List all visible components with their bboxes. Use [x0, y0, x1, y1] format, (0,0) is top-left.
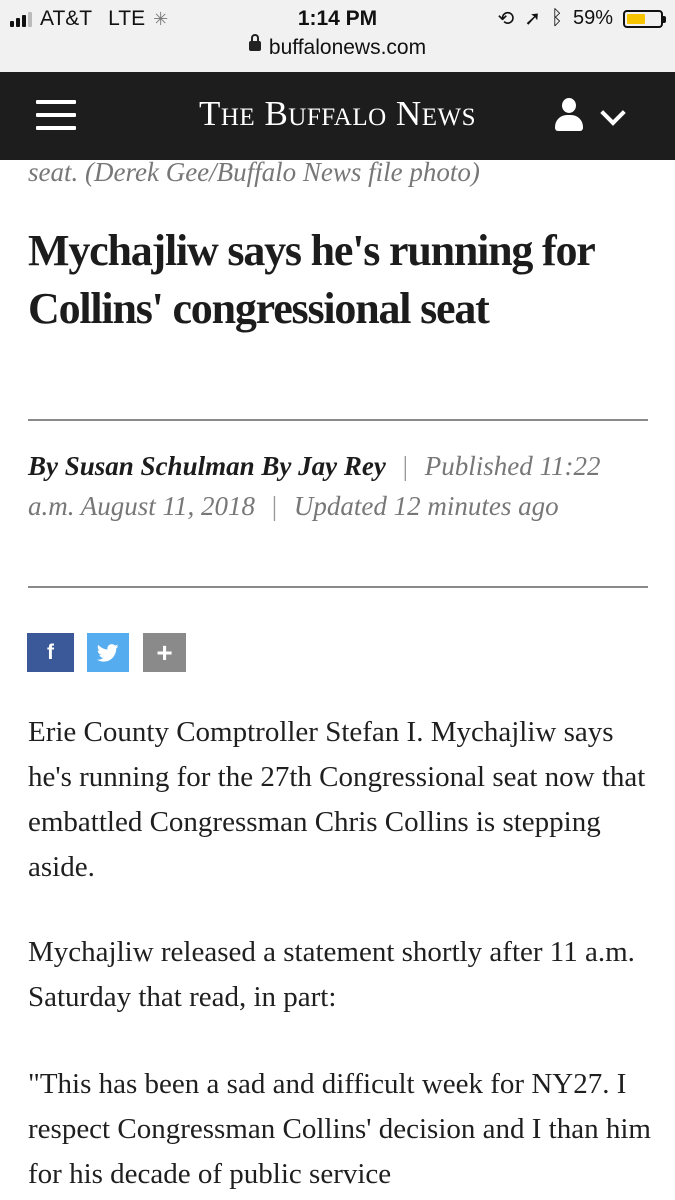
- facebook-share-button[interactable]: f: [27, 633, 74, 672]
- author-link[interactable]: By Susan Schulman: [28, 451, 255, 481]
- ios-status-bar: AT&T LTE ✳ 1:14 PM ⟲ ➚ ᛒ 59% buffalonews…: [0, 0, 675, 72]
- site-header: The Buffalo News: [0, 72, 675, 160]
- twitter-share-button[interactable]: [87, 633, 129, 672]
- url-bar[interactable]: buffalonews.com: [0, 34, 675, 60]
- twitter-bird-icon: [97, 643, 119, 662]
- battery-percent: 59%: [572, 7, 613, 29]
- updated-time: Updated 12 minutes ago: [293, 491, 559, 521]
- bluetooth-icon: ᛒ: [550, 7, 563, 29]
- battery-icon: [623, 9, 666, 28]
- byline-separator: |: [271, 491, 278, 521]
- article-paragraph: "This has been a sad and difficult week …: [28, 1068, 651, 1190]
- hamburger-menu-icon[interactable]: [36, 100, 76, 130]
- author-link[interactable]: By Jay Rey: [261, 451, 385, 481]
- rotation-lock-icon: ⟲: [497, 8, 515, 30]
- url-text: buffalonews.com: [268, 36, 427, 59]
- byline-separator: |: [402, 451, 408, 481]
- user-icon[interactable]: [554, 98, 584, 132]
- divider: [28, 419, 648, 421]
- site-logo[interactable]: The Buffalo News: [150, 94, 525, 134]
- article-headline: Mychajliw says he's running for Collins'…: [28, 226, 595, 333]
- status-right: ⟲ ➚ ᛒ 59%: [497, 6, 666, 31]
- divider: [28, 586, 648, 588]
- photo-caption: seat. (Derek Gee/Buffalo News file photo…: [28, 157, 480, 187]
- more-share-button[interactable]: +: [143, 633, 186, 672]
- location-arrow-icon: ➚: [524, 8, 541, 30]
- chevron-down-icon[interactable]: [600, 100, 626, 126]
- article-paragraph: Mychajliw released a statement shortly a…: [28, 936, 635, 1013]
- article-paragraph: Erie County Comptroller Stefan I. Mychaj…: [28, 716, 646, 883]
- lock-icon: [248, 34, 261, 52]
- byline: By Susan Schulman By Jay Rey | Published…: [28, 446, 653, 526]
